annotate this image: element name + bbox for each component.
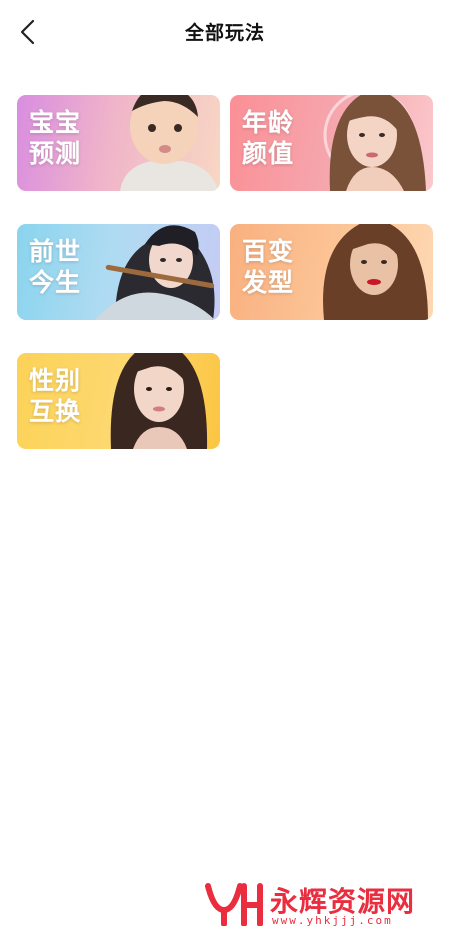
young-woman-portrait-image — [110, 353, 208, 449]
watermark-url: www.yhkjjj.com — [272, 914, 393, 927]
card-baby-label: 宝宝 预测 — [29, 108, 82, 168]
top-bar: 全部玩法 — [0, 0, 450, 64]
baby-portrait-image — [120, 95, 218, 191]
card-baby-prediction[interactable]: 宝宝 预测 — [17, 95, 220, 191]
watermark: 永辉资源网 www.yhkjjj.com — [204, 880, 444, 928]
card-gender-swap-label: 性别 互换 — [29, 366, 82, 426]
watermark-logo — [205, 883, 263, 926]
card-past-life[interactable]: 前世 今生 — [17, 224, 220, 320]
curly-hair-portrait-image — [323, 224, 428, 320]
card-hairstyle[interactable]: 百变 发型 — [230, 224, 433, 320]
page-title: 全部玩法 — [184, 22, 265, 44]
card-gender-swap[interactable]: 性别 互换 — [17, 353, 220, 449]
card-hairstyle-label: 百变 发型 — [242, 237, 295, 297]
card-age-label: 年龄 颜值 — [242, 108, 295, 168]
card-age-appearance[interactable]: 年龄 颜值 — [230, 95, 433, 191]
card-past-life-label: 前世 今生 — [29, 237, 82, 297]
woman-portrait-image — [323, 95, 426, 191]
